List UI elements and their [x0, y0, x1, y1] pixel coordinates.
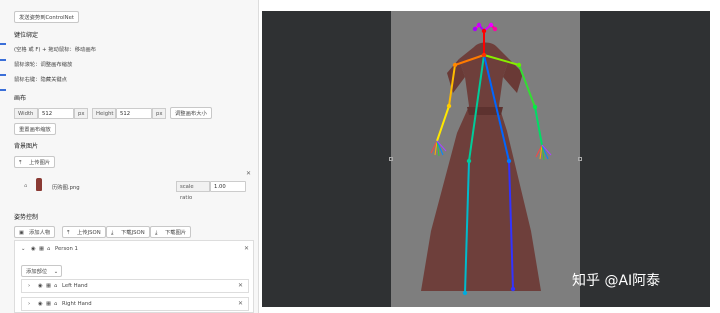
reset-zoom-button[interactable]: 重置画布缩放 — [14, 123, 56, 135]
expand-chevron-icon[interactable]: › — [28, 283, 30, 289]
scale-ratio-input[interactable]: 1.00 — [210, 181, 246, 192]
part-label: Left Hand — [62, 283, 88, 289]
lock-icon[interactable]: ⌂ — [54, 283, 57, 289]
download-image-button[interactable]: ⤓ 下载图片 — [150, 226, 192, 238]
image-thumbnail — [36, 178, 42, 191]
lock-icon[interactable]: ⌂ — [24, 183, 27, 189]
scale-ratio-label: scale ratio — [176, 181, 210, 201]
lock-icon[interactable]: ⌂ — [47, 246, 50, 252]
close-icon[interactable]: ✕ — [246, 170, 251, 177]
watermark: 知乎 @AI阿泰 — [572, 273, 661, 289]
keys-line-3: 鼠标右键：隐藏关键点 — [14, 77, 67, 83]
eye-icon[interactable]: ◉ — [38, 283, 43, 289]
keys-section-title: 键位绑定 — [14, 32, 39, 39]
blue-marker — [0, 74, 6, 76]
add-part-button[interactable]: 添加部位 ⌄ — [21, 265, 63, 277]
pose-section-title: 姿势控制 — [14, 214, 39, 221]
upload-json-label: 上传JSON — [77, 230, 101, 236]
eye-icon[interactable]: ◉ — [31, 246, 36, 252]
send-to-controlnet-button[interactable]: 发送姿势到ControlNet — [14, 11, 79, 23]
keys-line-1: (空格 或 F) + 拖动鼠标：移动画布 — [14, 47, 96, 53]
upload-icon: ⤒ — [67, 230, 70, 236]
width-unit: px — [74, 108, 88, 119]
resize-handle[interactable] — [578, 157, 582, 161]
download-icon: ⤓ — [155, 230, 158, 236]
dress-pose-figure — [421, 22, 552, 296]
part-row-right-hand: › ◉ ▦ ⌂ Right Hand ✕ — [21, 297, 249, 311]
add-person-button[interactable]: ▣ 添加人物 — [14, 226, 56, 238]
eye-icon[interactable]: ◉ — [38, 301, 43, 307]
blue-marker — [0, 43, 6, 45]
height-input[interactable]: 512 — [116, 108, 152, 119]
resize-handle[interactable] — [389, 157, 393, 161]
keys-line-2: 鼠标滚轮：调整画布缩放 — [14, 62, 73, 68]
lock-icon[interactable]: ▦ — [39, 246, 44, 252]
chevron-down-icon: ⌄ — [53, 269, 59, 275]
part-row-left-hand: › ◉ ▦ ⌂ Left Hand ✕ — [21, 279, 249, 293]
canvas-section-title: 画布 — [14, 95, 27, 102]
height-label: Height — [92, 108, 116, 119]
upload-icon: ⤒ — [19, 160, 22, 166]
upload-json-button[interactable]: ⤒ 上传JSON — [62, 226, 106, 238]
download-image-label: 下载图片 — [165, 230, 187, 236]
canvas-area[interactable] — [389, 11, 582, 307]
resize-canvas-button[interactable]: 调整画布大小 — [170, 107, 212, 119]
bg-section-title: 背景图片 — [14, 143, 39, 150]
add-person-icon: ▣ — [19, 230, 25, 236]
delete-part-icon[interactable]: ✕ — [238, 282, 243, 289]
person-card: ⌄ ◉ ▦ ⌂ Person 1 ✕ 添加部位 ⌄ › ◉ ▦ ⌂ Left H… — [14, 240, 254, 313]
lock-icon[interactable]: ▦ — [46, 283, 51, 289]
person-name: Person 1 — [55, 246, 78, 252]
expand-chevron-icon[interactable]: › — [28, 301, 30, 307]
bg-filename: 历购图.png — [52, 185, 80, 191]
delete-person-icon[interactable]: ✕ — [244, 245, 249, 252]
blue-marker — [0, 59, 6, 61]
blue-marker — [0, 89, 6, 91]
upload-image-button[interactable]: ⤒ 上传图片 — [14, 156, 56, 168]
lock-icon[interactable]: ⌂ — [54, 301, 57, 307]
width-input[interactable]: 512 — [38, 108, 74, 119]
download-json-label: 下载JSON — [121, 230, 145, 236]
add-part-label: 添加部位 — [26, 269, 48, 275]
download-json-button[interactable]: ⤓ 下载JSON — [106, 226, 150, 238]
pose-canvas[interactable] — [262, 11, 710, 307]
add-person-label: 添加人物 — [29, 230, 51, 236]
download-icon: ⤓ — [111, 230, 114, 236]
delete-part-icon[interactable]: ✕ — [238, 300, 243, 307]
settings-panel: 发送姿势到ControlNet 键位绑定 (空格 或 F) + 拖动鼠标：移动画… — [0, 0, 259, 313]
width-label: Width — [14, 108, 38, 119]
lock-icon[interactable]: ▦ — [46, 301, 51, 307]
height-unit: px — [152, 108, 166, 119]
collapse-chevron-icon[interactable]: ⌄ — [21, 246, 25, 252]
upload-image-label: 上传图片 — [29, 160, 51, 166]
part-label: Right Hand — [62, 301, 92, 307]
